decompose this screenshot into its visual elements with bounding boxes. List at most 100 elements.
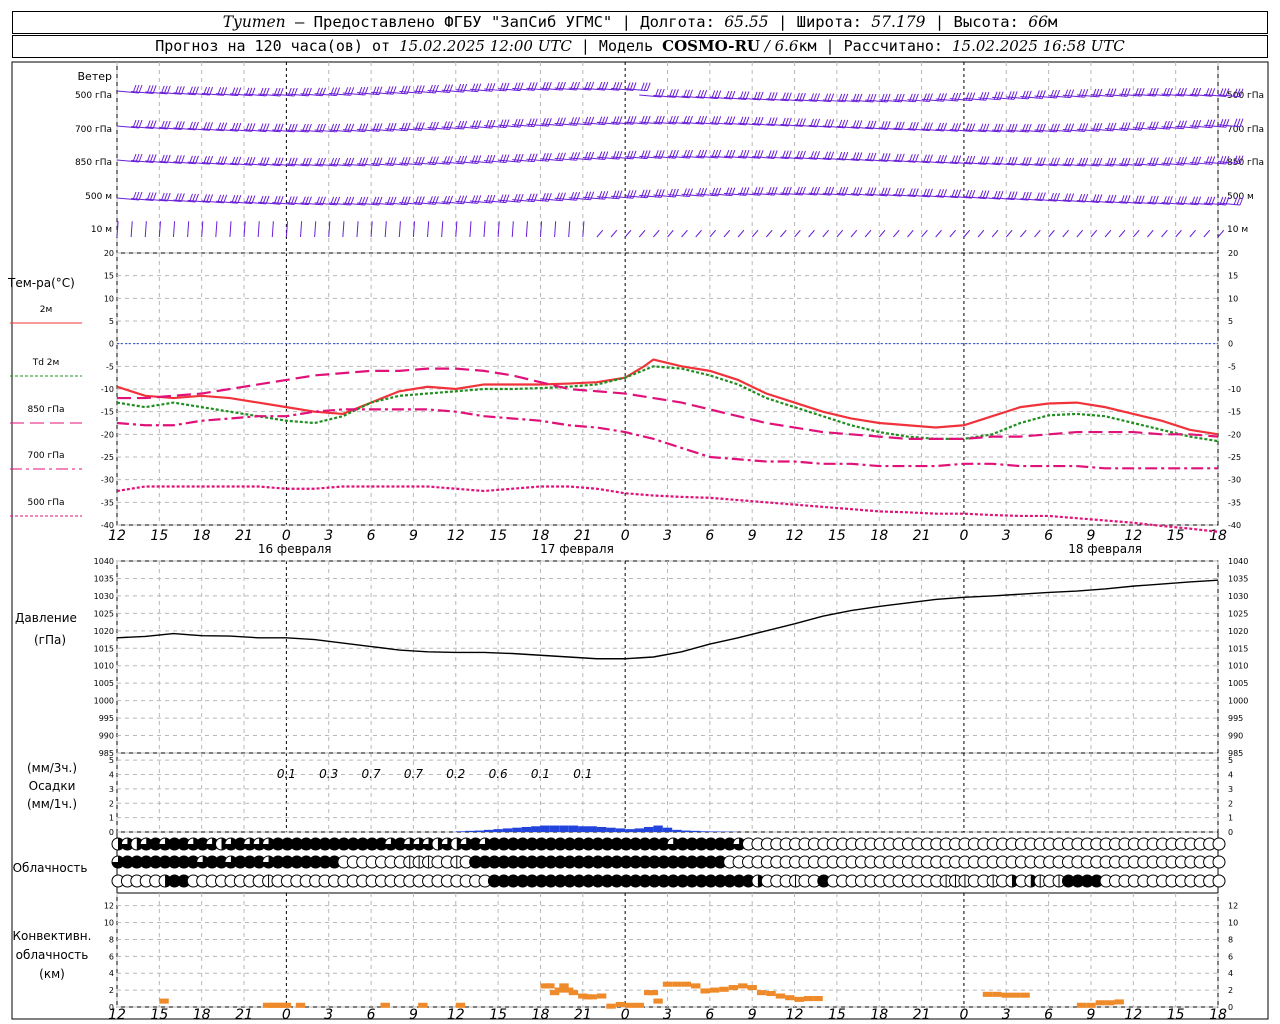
wind-feather xyxy=(1021,90,1026,100)
wind-feather xyxy=(668,150,673,159)
wind-feather xyxy=(488,194,493,204)
wind-feather xyxy=(1064,89,1069,98)
wind-feather xyxy=(457,155,462,165)
wind-feather xyxy=(968,92,973,101)
hour-label-bottom: 0 xyxy=(621,1007,630,1023)
hour-label: 9 xyxy=(409,528,418,544)
wind-barb xyxy=(638,229,646,238)
hour-label: 21 xyxy=(235,528,253,544)
conv-tick-right: 8 xyxy=(1228,935,1233,944)
convective-bar xyxy=(1095,1000,1106,1006)
wind-feather xyxy=(544,117,549,127)
wind-feather xyxy=(1148,157,1153,166)
legend-label: 700 гПа xyxy=(27,451,64,461)
temp-tick-left: -10 xyxy=(101,385,114,394)
wind-barb xyxy=(300,221,303,238)
wind-feather xyxy=(527,153,532,162)
pressure-title: Давление xyxy=(15,611,77,625)
hour-label-bottom: 9 xyxy=(748,1007,757,1023)
wind-feather xyxy=(1078,123,1083,132)
wind-feather xyxy=(1007,91,1012,100)
convective-bar xyxy=(803,996,814,1002)
convective-title-1: Конвективн. xyxy=(13,929,92,943)
precip-bar xyxy=(549,825,560,832)
wind-barb xyxy=(271,221,274,238)
wind-feather xyxy=(530,193,535,202)
pres-tick-right: 1000 xyxy=(1228,697,1248,706)
precip-bar xyxy=(643,826,654,832)
precip-bar xyxy=(672,829,682,832)
convective-bar xyxy=(709,987,720,993)
precip-bar xyxy=(455,831,466,832)
conv-tick-right: 4 xyxy=(1228,969,1233,978)
convective-title-2: облачность xyxy=(16,948,89,962)
wind-feather xyxy=(937,93,942,102)
wind-barb xyxy=(215,221,218,238)
wind-feather xyxy=(711,187,716,197)
hour-label: 12 xyxy=(447,528,465,544)
wind-feather xyxy=(598,151,603,160)
wind-feather xyxy=(1205,156,1210,165)
hour-label: 18 xyxy=(193,528,211,544)
convective-bar xyxy=(700,988,710,994)
wind-feather xyxy=(1134,88,1139,97)
wind-feather xyxy=(1148,121,1153,130)
wind-feather xyxy=(587,191,592,200)
wind-barb xyxy=(314,221,317,238)
convective-bar xyxy=(719,986,729,992)
wind-barb xyxy=(427,221,430,238)
precip-label: 0.7 xyxy=(362,767,381,781)
pres-tick-right: 1030 xyxy=(1228,592,1248,601)
wind-feather xyxy=(570,192,575,201)
wind-barb xyxy=(1147,229,1154,238)
wind-feather xyxy=(1092,123,1097,132)
wind-feather xyxy=(372,157,377,166)
precip-bar xyxy=(493,829,503,832)
convective-bar xyxy=(1105,1000,1115,1006)
wind-barb xyxy=(850,229,858,238)
wind-feather xyxy=(417,122,422,131)
hour-label-bottom: 18 xyxy=(1209,1007,1227,1023)
wind-feather xyxy=(555,192,560,201)
wind-feather xyxy=(488,119,493,129)
wind-feather xyxy=(330,87,335,96)
wind-feather xyxy=(457,120,462,130)
hour-label-bottom: 0 xyxy=(282,1007,291,1023)
convective-bar xyxy=(596,993,607,999)
wind-feather xyxy=(922,93,927,102)
convective-bar xyxy=(982,991,993,997)
precip-bar xyxy=(681,830,692,832)
precip-bar xyxy=(465,830,475,832)
precip-bar xyxy=(691,830,701,832)
hour-label: 15 xyxy=(1167,528,1185,544)
wind-feather xyxy=(1208,119,1213,128)
hour-label-bottom: 21 xyxy=(574,1007,592,1023)
cloudiness-symbols xyxy=(111,837,1226,888)
wind-feather xyxy=(375,86,380,95)
convective-bar xyxy=(992,991,1002,997)
wind-barb xyxy=(765,229,773,238)
wind-feather xyxy=(474,195,479,204)
wind-feather xyxy=(1010,91,1015,100)
precip-unit-3h: (мм/3ч.) xyxy=(27,761,77,775)
wind-feather xyxy=(471,120,476,129)
wind-feather xyxy=(527,193,532,202)
wind-feather xyxy=(358,157,363,167)
wind-feather xyxy=(372,86,377,95)
pres-tick-left: 1005 xyxy=(94,679,114,688)
wind-feather xyxy=(626,190,631,199)
convective-bar xyxy=(159,998,169,1004)
wind-barb xyxy=(667,229,674,238)
precip-bar xyxy=(596,826,607,832)
conv-tick-right: 10 xyxy=(1228,919,1238,928)
hour-label-bottom: 12 xyxy=(447,1007,465,1023)
convective-bar xyxy=(691,983,701,989)
wind-feather xyxy=(544,193,549,202)
wind-barb xyxy=(187,221,190,238)
wind-feather xyxy=(403,85,408,95)
convective-bar xyxy=(813,996,823,1002)
wind-feather xyxy=(446,121,451,130)
wind-feather xyxy=(584,191,589,200)
convective-bar xyxy=(775,993,786,999)
conv-tick-left: 12 xyxy=(104,902,114,911)
